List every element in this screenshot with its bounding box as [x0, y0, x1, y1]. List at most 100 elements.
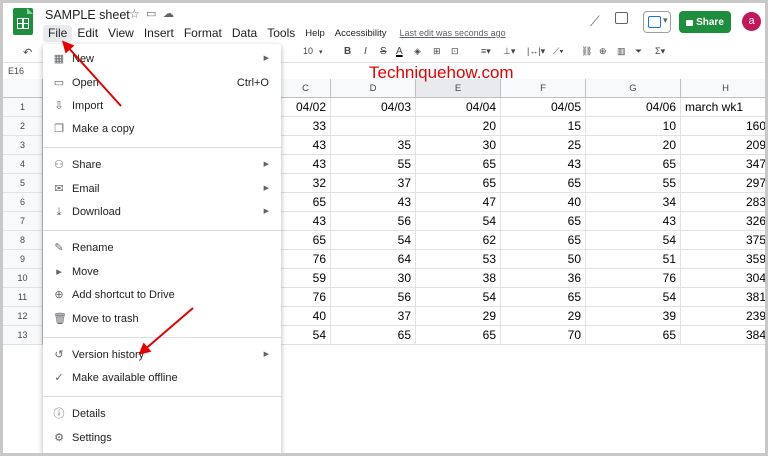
filter-icon[interactable]: ⏷: [635, 46, 642, 57]
table-cell[interactable]: 20: [586, 136, 681, 155]
menu-item-add-shortcut[interactable]: ⊕ Add shortcut to Drive: [43, 285, 281, 307]
table-cell[interactable]: 43: [281, 155, 331, 174]
row-header[interactable]: 7: [3, 212, 43, 231]
row-header[interactable]: 12: [3, 307, 43, 326]
table-cell[interactable]: 65: [586, 326, 681, 345]
table-cell[interactable]: 76: [281, 288, 331, 307]
table-cell[interactable]: march wk1: [681, 98, 765, 117]
table-cell[interactable]: 43: [501, 155, 586, 174]
table-cell[interactable]: 20: [416, 117, 501, 136]
menu-item-offline[interactable]: ✓ Make available offline: [43, 368, 281, 390]
text-color-button[interactable]: A: [396, 46, 403, 57]
present-button[interactable]: ▾: [643, 11, 671, 33]
avatar[interactable]: a: [742, 12, 761, 31]
table-cell[interactable]: 40: [281, 307, 331, 326]
table-cell[interactable]: 43: [281, 136, 331, 155]
menu-item-share[interactable]: ⚇ Share ▶: [43, 155, 281, 177]
table-cell[interactable]: 381: [681, 288, 765, 307]
column-header-h[interactable]: H: [681, 79, 765, 98]
share-button[interactable]: Share: [679, 11, 731, 33]
table-cell[interactable]: 70: [501, 326, 586, 345]
table-cell[interactable]: [331, 117, 416, 136]
table-cell[interactable]: 32: [281, 174, 331, 193]
valign-icon[interactable]: ⊥▾: [503, 46, 515, 57]
table-cell[interactable]: 35: [331, 136, 416, 155]
table-cell[interactable]: 65: [501, 174, 586, 193]
table-cell[interactable]: 25: [501, 136, 586, 155]
row-header[interactable]: 5: [3, 174, 43, 193]
table-cell[interactable]: 65: [501, 231, 586, 250]
menu-tools[interactable]: Tools: [262, 25, 300, 42]
table-cell[interactable]: 65: [281, 231, 331, 250]
menu-accessibility[interactable]: Accessibility: [330, 25, 392, 42]
column-header-c[interactable]: C: [281, 79, 331, 98]
table-cell[interactable]: 65: [416, 326, 501, 345]
table-cell[interactable]: 51: [586, 250, 681, 269]
table-cell[interactable]: 239: [681, 307, 765, 326]
table-cell[interactable]: 54: [416, 212, 501, 231]
chevron-down-icon[interactable]: ▾: [319, 48, 323, 56]
table-cell[interactable]: 15: [501, 117, 586, 136]
table-cell[interactable]: 209: [681, 136, 765, 155]
column-header-f[interactable]: F: [501, 79, 586, 98]
table-cell[interactable]: 04/05: [501, 98, 586, 117]
fill-color-icon[interactable]: ◈: [414, 46, 421, 57]
menu-item-settings[interactable]: ⚙ Settings: [43, 428, 281, 450]
table-cell[interactable]: 56: [331, 288, 416, 307]
move-folder-icon[interactable]: ▭: [146, 7, 156, 20]
row-header[interactable]: 6: [3, 193, 43, 212]
menu-data[interactable]: Data: [227, 25, 262, 42]
table-cell[interactable]: 10: [586, 117, 681, 136]
trend-icon[interactable]: ⟋: [590, 13, 600, 30]
link-icon[interactable]: ⛓: [581, 46, 592, 57]
menu-help[interactable]: Help: [300, 25, 330, 42]
table-cell[interactable]: 04/06: [586, 98, 681, 117]
table-cell[interactable]: 65: [331, 326, 416, 345]
wrap-icon[interactable]: |↔|▾: [527, 46, 545, 57]
table-cell[interactable]: 62: [416, 231, 501, 250]
table-cell[interactable]: 34: [586, 193, 681, 212]
table-cell[interactable]: 53: [416, 250, 501, 269]
menu-item-open[interactable]: ▭ Open Ctrl+O: [43, 73, 281, 95]
table-cell[interactable]: 55: [586, 174, 681, 193]
italic-button[interactable]: I: [364, 46, 367, 57]
table-cell[interactable]: 297: [681, 174, 765, 193]
row-header[interactable]: 10: [3, 269, 43, 288]
last-edit-link[interactable]: Last edit was seconds ago: [400, 28, 506, 38]
font-size-field[interactable]: 10: [303, 46, 313, 56]
merge-cells-icon[interactable]: ⊡: [451, 46, 459, 57]
column-header-g[interactable]: G: [586, 79, 681, 98]
table-cell[interactable]: 54: [416, 288, 501, 307]
table-cell[interactable]: 65: [501, 288, 586, 307]
row-header[interactable]: 2: [3, 117, 43, 136]
row-header[interactable]: 8: [3, 231, 43, 250]
select-all-corner[interactable]: [3, 79, 43, 98]
table-cell[interactable]: 50: [501, 250, 586, 269]
row-header[interactable]: 11: [3, 288, 43, 307]
table-cell[interactable]: 384: [681, 326, 765, 345]
table-cell[interactable]: 64: [331, 250, 416, 269]
menu-item-download[interactable]: ⤓ Download ▶: [43, 202, 281, 224]
table-cell[interactable]: 04/04: [416, 98, 501, 117]
table-cell[interactable]: 65: [416, 155, 501, 174]
comment-add-icon[interactable]: ⊕: [599, 46, 607, 57]
table-cell[interactable]: 54: [586, 231, 681, 250]
table-cell[interactable]: 304: [681, 269, 765, 288]
table-cell[interactable]: 56: [331, 212, 416, 231]
table-cell[interactable]: 54: [586, 288, 681, 307]
menu-item-email[interactable]: ✉ Email ▶: [43, 179, 281, 201]
undo-icon[interactable]: ↶: [23, 46, 32, 59]
menu-item-version-history[interactable]: ↺ Version history ▶: [43, 345, 281, 367]
menu-item-new[interactable]: ▦ New ▶: [43, 49, 281, 71]
table-cell[interactable]: 37: [331, 174, 416, 193]
table-cell[interactable]: 65: [501, 212, 586, 231]
row-header[interactable]: 9: [3, 250, 43, 269]
table-cell[interactable]: 54: [281, 326, 331, 345]
borders-icon[interactable]: ⊞: [433, 46, 441, 57]
table-cell[interactable]: 47: [416, 193, 501, 212]
table-cell[interactable]: 29: [501, 307, 586, 326]
table-cell[interactable]: 04/03: [331, 98, 416, 117]
table-cell[interactable]: 38: [416, 269, 501, 288]
menu-item-import[interactable]: ⇩ Import: [43, 96, 281, 118]
table-cell[interactable]: 43: [586, 212, 681, 231]
